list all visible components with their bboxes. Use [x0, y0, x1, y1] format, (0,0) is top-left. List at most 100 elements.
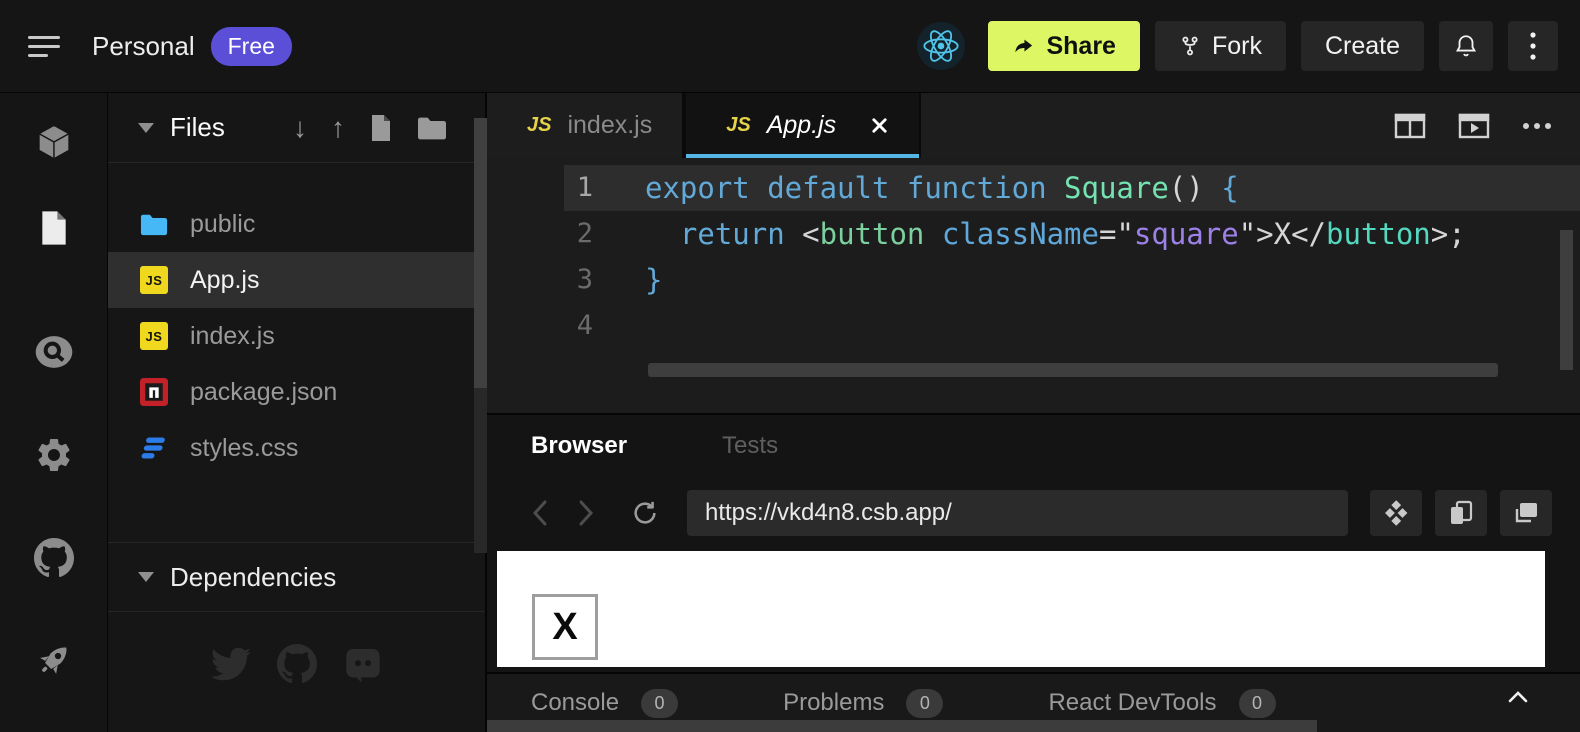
- fork-icon: [1179, 34, 1201, 58]
- share-button[interactable]: Share: [988, 21, 1139, 71]
- browser-pane: Browser Tests: [487, 413, 1580, 732]
- close-tab-icon[interactable]: [870, 116, 889, 135]
- preview-frame: X: [497, 551, 1545, 667]
- code-line[interactable]: 1export default function Square() {: [487, 165, 1580, 211]
- file-row-stylescss[interactable]: styles.css: [108, 420, 485, 476]
- url-input[interactable]: [687, 490, 1348, 536]
- file-row-appjs[interactable]: JS App.js: [108, 252, 485, 308]
- line-number: 3: [487, 257, 645, 303]
- codesandbox-app: Personal Free Share: [0, 0, 1580, 732]
- share-icon: [1012, 35, 1035, 58]
- folder-icon: [140, 213, 168, 236]
- file-row-packagejson[interactable]: package.json: [108, 364, 485, 420]
- code-line[interactable]: 4: [487, 303, 1580, 349]
- fork-button[interactable]: Fork: [1155, 21, 1286, 71]
- topbar-actions: Share Fork Create: [917, 21, 1558, 71]
- files-panel-title: Files: [170, 112, 225, 143]
- file-row-indexjs[interactable]: JS index.js: [108, 308, 485, 364]
- react-devtools-tab[interactable]: React DevTools 0: [1048, 689, 1275, 718]
- download-sandbox-icon[interactable]: ↓: [293, 114, 307, 142]
- browser-nav-row: [487, 477, 1580, 549]
- code-line[interactable]: 3}: [487, 257, 1580, 303]
- search-icon[interactable]: [34, 332, 74, 372]
- editor-pane: JS index.js JS App.js: [487, 93, 1580, 413]
- plan-badge: Free: [211, 27, 292, 66]
- editor-more-icon[interactable]: [1522, 122, 1552, 130]
- back-icon[interactable]: [517, 500, 563, 526]
- tab-appjs[interactable]: JS App.js: [684, 93, 921, 158]
- files-scrollbar-thumb[interactable]: [474, 118, 487, 388]
- tab-browser[interactable]: Browser: [531, 432, 627, 460]
- files-scrollbar-track: [474, 388, 487, 553]
- code-lines: 1export default function Square() {2 ret…: [487, 165, 1580, 349]
- editor-horizontal-scrollbar[interactable]: [648, 363, 1498, 377]
- console-tab[interactable]: Console 0: [531, 689, 678, 718]
- file-name: package.json: [190, 378, 337, 407]
- js-mark: JS: [527, 114, 551, 137]
- file-name: index.js: [190, 322, 275, 351]
- js-file-icon: JS: [140, 266, 168, 294]
- kebab-menu-icon: [1529, 31, 1537, 61]
- code-text: return <button className="square">X</but…: [645, 211, 1466, 257]
- chevron-down-icon: [138, 572, 154, 582]
- rocket-icon[interactable]: [34, 640, 74, 680]
- npm-file-icon: [140, 378, 168, 406]
- line-number: 2: [487, 211, 645, 257]
- code-line[interactable]: 2 return <button className="square">X</b…: [487, 211, 1580, 257]
- browser-tabs: Browser Tests: [487, 415, 1580, 477]
- problems-tab[interactable]: Problems 0: [783, 689, 943, 718]
- settings-gear-icon[interactable]: [34, 435, 74, 475]
- console-horizontal-scrollbar[interactable]: [487, 720, 1317, 732]
- code-text: export default function Square() {: [645, 165, 1239, 211]
- github-icon[interactable]: [34, 538, 74, 578]
- file-name: styles.css: [190, 434, 298, 463]
- react-logo-icon: [917, 22, 965, 70]
- console-count-badge: 0: [641, 689, 678, 718]
- sandbox-cube-icon[interactable]: [34, 122, 74, 162]
- github-icon[interactable]: [277, 644, 317, 684]
- js-file-icon: JS: [140, 322, 168, 350]
- line-number: 4: [487, 303, 645, 349]
- chevron-down-icon[interactable]: [138, 123, 154, 133]
- more-options-button[interactable]: [1508, 21, 1558, 71]
- chevron-up-icon[interactable]: [1508, 690, 1528, 708]
- editor-vertical-scrollbar[interactable]: [1560, 230, 1573, 370]
- open-in-new-window-button[interactable]: [1500, 490, 1552, 536]
- upload-files-icon[interactable]: ↑: [331, 114, 345, 142]
- new-folder-icon[interactable]: [417, 116, 447, 140]
- split-editor-icon[interactable]: [1394, 112, 1426, 140]
- refresh-icon[interactable]: [617, 499, 673, 527]
- file-name: public: [190, 210, 255, 239]
- code-text: }: [645, 257, 662, 303]
- dependencies-title: Dependencies: [170, 562, 336, 593]
- devtools-count-badge: 0: [1239, 689, 1276, 718]
- preview-window-icon[interactable]: [1458, 112, 1490, 140]
- activity-bar: [0, 93, 108, 732]
- notifications-button[interactable]: [1439, 21, 1493, 71]
- file-row-public[interactable]: public: [108, 196, 485, 252]
- workspace-name[interactable]: Personal: [92, 31, 195, 62]
- hamburger-menu-icon[interactable]: [28, 31, 68, 61]
- responsive-preview-button[interactable]: [1370, 490, 1422, 536]
- code-editor[interactable]: 1export default function Square() {2 ret…: [487, 158, 1580, 413]
- tab-tests[interactable]: Tests: [722, 432, 778, 460]
- top-bar: Personal Free Share: [0, 0, 1580, 93]
- editor-tab-bar: JS index.js JS App.js: [487, 93, 1580, 158]
- problems-count-badge: 0: [906, 689, 943, 718]
- discord-icon[interactable]: [343, 644, 383, 684]
- tab-indexjs[interactable]: JS index.js: [487, 93, 684, 158]
- dependencies-header[interactable]: Dependencies: [108, 542, 485, 612]
- file-name: App.js: [190, 266, 259, 295]
- twitter-icon[interactable]: [211, 644, 251, 684]
- js-mark: JS: [726, 114, 750, 137]
- new-file-icon[interactable]: [369, 114, 393, 142]
- console-bar: Console 0 Problems 0 React DevTools 0: [487, 672, 1580, 732]
- file-list: public JS App.js JS index.js package.jso…: [108, 196, 485, 476]
- css-file-icon: [140, 434, 168, 462]
- square-x-button[interactable]: X: [532, 594, 598, 660]
- file-explorer-icon[interactable]: [34, 208, 74, 248]
- duplicate-preview-button[interactable]: [1435, 490, 1487, 536]
- create-button[interactable]: Create: [1301, 21, 1424, 71]
- forward-icon[interactable]: [563, 500, 609, 526]
- line-number: 1: [487, 165, 645, 211]
